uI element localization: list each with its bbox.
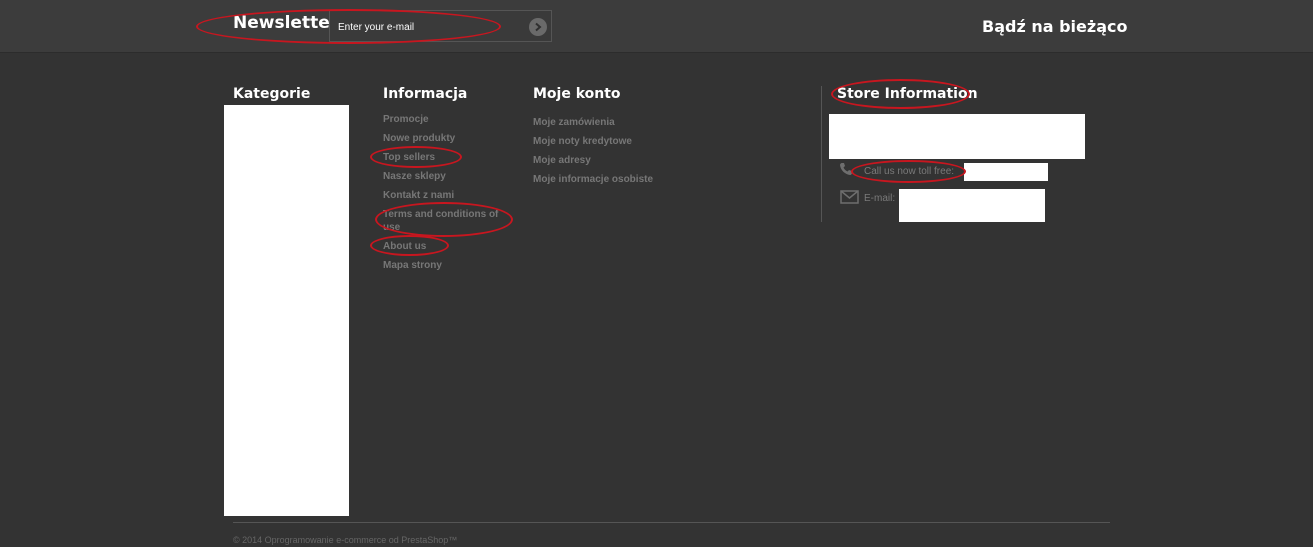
- social-title: Bądź na bieżąco: [982, 17, 1128, 36]
- information-links: Promocje Nowe produkty Top sellers Nasze…: [383, 113, 508, 278]
- information-title: Informacja: [383, 86, 468, 102]
- envelope-icon: [840, 190, 859, 204]
- newsletter-email-input[interactable]: [338, 17, 518, 37]
- footer-divider: [233, 522, 1110, 523]
- store-email-label: E-mail:: [864, 193, 896, 204]
- link-nowe-produkty[interactable]: Nowe produkty: [383, 132, 508, 145]
- link-moje-adresy[interactable]: Moje adresy: [533, 151, 653, 170]
- link-nasze-sklepy[interactable]: Nasze sklepy: [383, 170, 508, 183]
- newsletter-submit-button[interactable]: [529, 18, 547, 36]
- categories-redacted-block: [224, 105, 349, 516]
- account-title: Moje konto: [533, 86, 621, 102]
- link-top-sellers[interactable]: Top sellers: [383, 151, 508, 164]
- link-terms[interactable]: Terms and conditions of use: [383, 208, 508, 234]
- link-about-us[interactable]: About us: [383, 240, 508, 253]
- chevron-right-icon: [535, 22, 542, 32]
- link-promocje[interactable]: Promocje: [383, 113, 508, 126]
- link-mapa-strony[interactable]: Mapa strony: [383, 259, 508, 272]
- store-phone-label: Call us now toll free:: [864, 166, 955, 177]
- categories-title: Kategorie: [233, 86, 311, 102]
- link-moje-zamowienia[interactable]: Moje zamówienia: [533, 113, 653, 132]
- newsletter-form: [329, 10, 552, 42]
- newsletter-title: Newsletter: [233, 13, 339, 33]
- copyright-text: © 2014 Oprogramowanie e-commerce od Pres…: [233, 535, 458, 545]
- store-phone-redacted: [964, 163, 1048, 181]
- link-moje-noty[interactable]: Moje noty kredytowe: [533, 132, 653, 151]
- newsletter-bar: Newsletter Bądź na bieżąco: [0, 0, 1313, 53]
- phone-icon: [840, 163, 852, 175]
- account-links: Moje zamówienia Moje noty kredytowe Moje…: [533, 113, 653, 189]
- link-moje-informacje[interactable]: Moje informacje osobiste: [533, 170, 653, 189]
- store-address-redacted: [829, 114, 1085, 159]
- store-title: Store Information: [837, 86, 978, 102]
- store-email-redacted: [899, 189, 1045, 222]
- store-divider: [821, 86, 822, 222]
- link-kontakt[interactable]: Kontakt z nami: [383, 189, 508, 202]
